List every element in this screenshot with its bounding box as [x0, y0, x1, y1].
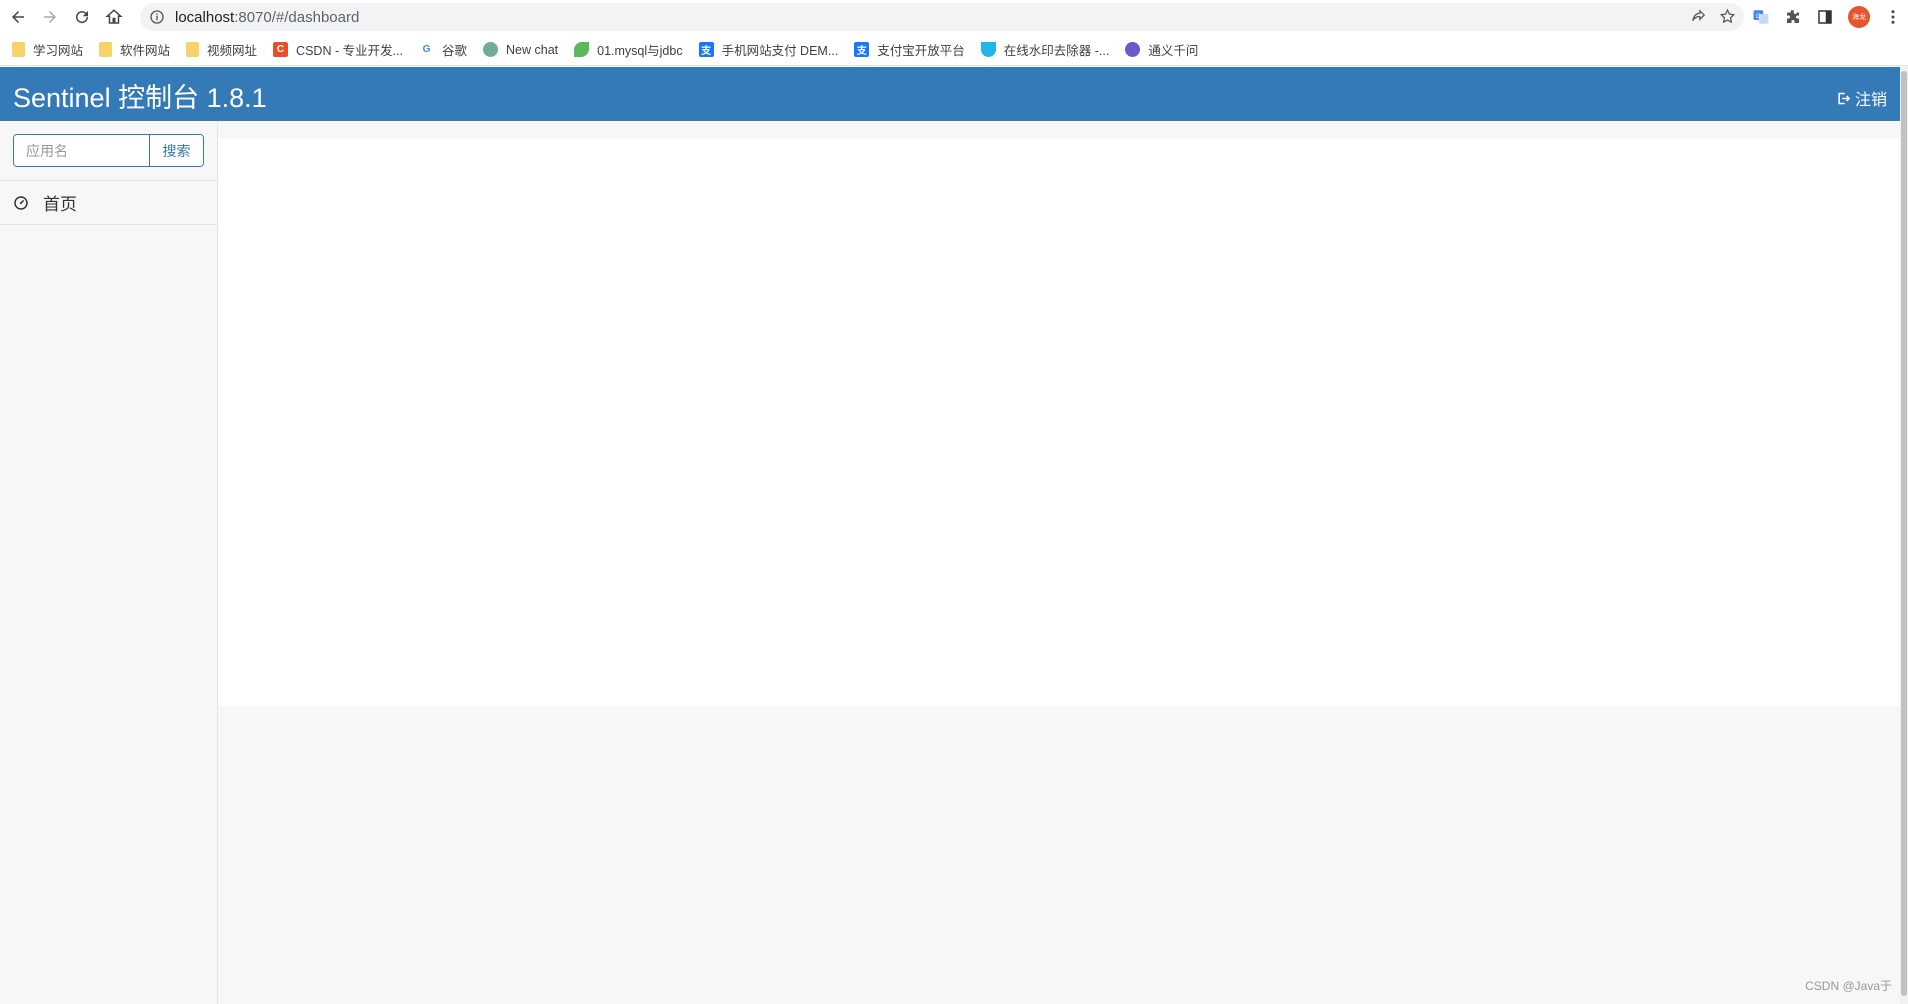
app-search-input[interactable] — [14, 135, 149, 166]
bookmark-item[interactable]: C CSDN - 专业开发... — [273, 40, 403, 59]
folder-icon — [99, 42, 113, 57]
sidebar: 搜索 首页 — [0, 121, 218, 1004]
alipay-icon: 支 — [854, 42, 870, 57]
bookmark-item[interactable]: 视频网址 — [186, 40, 257, 59]
puzzle-icon[interactable] — [1784, 8, 1802, 26]
url-host: localhost — [175, 8, 235, 26]
bookmark-item[interactable]: 通义千问 — [1125, 40, 1198, 59]
avatar[interactable]: 海龙 — [1848, 6, 1870, 28]
browser-toolbar: localhost:8070/#/dashboard G 海龙 — [0, 0, 1908, 34]
star-icon[interactable] — [1719, 8, 1736, 25]
alipay-icon: 支 — [698, 42, 714, 57]
reload-icon — [76, 11, 89, 24]
bookmark-label: 谷歌 — [442, 44, 468, 58]
home-icon — [105, 9, 123, 24]
bookmark-label: 学习网站 — [33, 44, 84, 58]
extensions-area: G 海龙 — [1752, 3, 1902, 31]
bookmark-label: 手机网站支付 DEM... — [721, 44, 839, 58]
reload-button[interactable] — [68, 3, 96, 31]
bookmark-label: New chat — [506, 42, 559, 57]
dashboard-icon — [14, 195, 28, 210]
side-panel-icon[interactable] — [1816, 8, 1834, 26]
arrow-left-icon — [12, 11, 24, 23]
main-content — [218, 138, 1900, 706]
bookmark-label: 在线水印去除器 -... — [1003, 44, 1110, 58]
share-icon[interactable] — [1690, 8, 1707, 25]
leaf-icon — [574, 42, 590, 57]
bookmark-item[interactable]: 支支付宝开放平台 — [854, 40, 965, 59]
sidebar-item-label: 首页 — [43, 195, 77, 214]
address-bar[interactable]: localhost:8070/#/dashboard — [140, 3, 1744, 31]
google-icon: G — [419, 42, 434, 57]
bookmark-label: 支付宝开放平台 — [877, 44, 965, 58]
sign-out-icon — [1838, 92, 1851, 104]
csdn-icon: C — [273, 42, 289, 57]
url-text: localhost:8070/#/dashboard — [175, 9, 359, 26]
app-header: Sentinel 控制台 1.8.1 注销 — [0, 67, 1908, 121]
page-scrollbar[interactable] — [1900, 67, 1908, 1004]
info-icon — [150, 10, 164, 24]
bookmark-item[interactable]: G 谷歌 — [419, 40, 467, 59]
translate-icon[interactable]: G — [1752, 8, 1770, 26]
bookmark-label: 通义千问 — [1148, 44, 1199, 58]
svg-text:G: G — [1756, 13, 1761, 20]
bookmark-item[interactable]: 软件网站 — [99, 40, 170, 59]
bookmark-label: CSDN - 专业开发... — [296, 44, 403, 58]
watermark-icon — [980, 42, 996, 57]
bookmark-label: 软件网站 — [120, 44, 171, 58]
bookmark-label: 01.mysql与jdbc — [597, 44, 683, 58]
url-path: :8070/#/dashboard — [234, 8, 360, 26]
bookmarks-bar: 学习网站 软件网站 视频网址 C CSDN - 专业开发... G 谷歌 New c… — [0, 34, 1908, 66]
logout-button[interactable]: 注销 — [1836, 86, 1887, 110]
watermark: CSDN @Java于 — [1805, 979, 1892, 993]
bookmark-item[interactable]: 01.mysql与jdbc — [574, 40, 683, 59]
folder-icon — [12, 42, 25, 57]
folder-icon — [186, 42, 200, 57]
logout-label: 注销 — [1854, 92, 1887, 109]
back-button[interactable] — [4, 3, 32, 31]
bookmark-label: 视频网址 — [207, 44, 258, 58]
app-title: Sentinel 控制台 1.8.1 — [13, 83, 267, 113]
search-button[interactable]: 搜索 — [149, 135, 203, 166]
home-button[interactable] — [100, 3, 128, 31]
bookmark-item[interactable]: 在线水印去除器 -... — [980, 40, 1110, 59]
forward-button[interactable] — [36, 3, 64, 31]
arrow-right-icon — [44, 11, 56, 23]
kebab-menu-icon[interactable] — [1884, 8, 1902, 26]
bookmark-item[interactable]: New chat — [483, 42, 558, 57]
app-search-group: 搜索 — [13, 134, 204, 167]
chatgpt-icon — [483, 42, 499, 57]
tongyi-icon — [1125, 42, 1141, 57]
bookmark-item[interactable]: 学习网站 — [12, 40, 83, 59]
scrollbar-thumb[interactable] — [1901, 71, 1907, 996]
sidebar-item-home[interactable]: 首页 — [0, 181, 217, 225]
bookmark-item[interactable]: 支手机网站支付 DEM... — [698, 40, 839, 59]
